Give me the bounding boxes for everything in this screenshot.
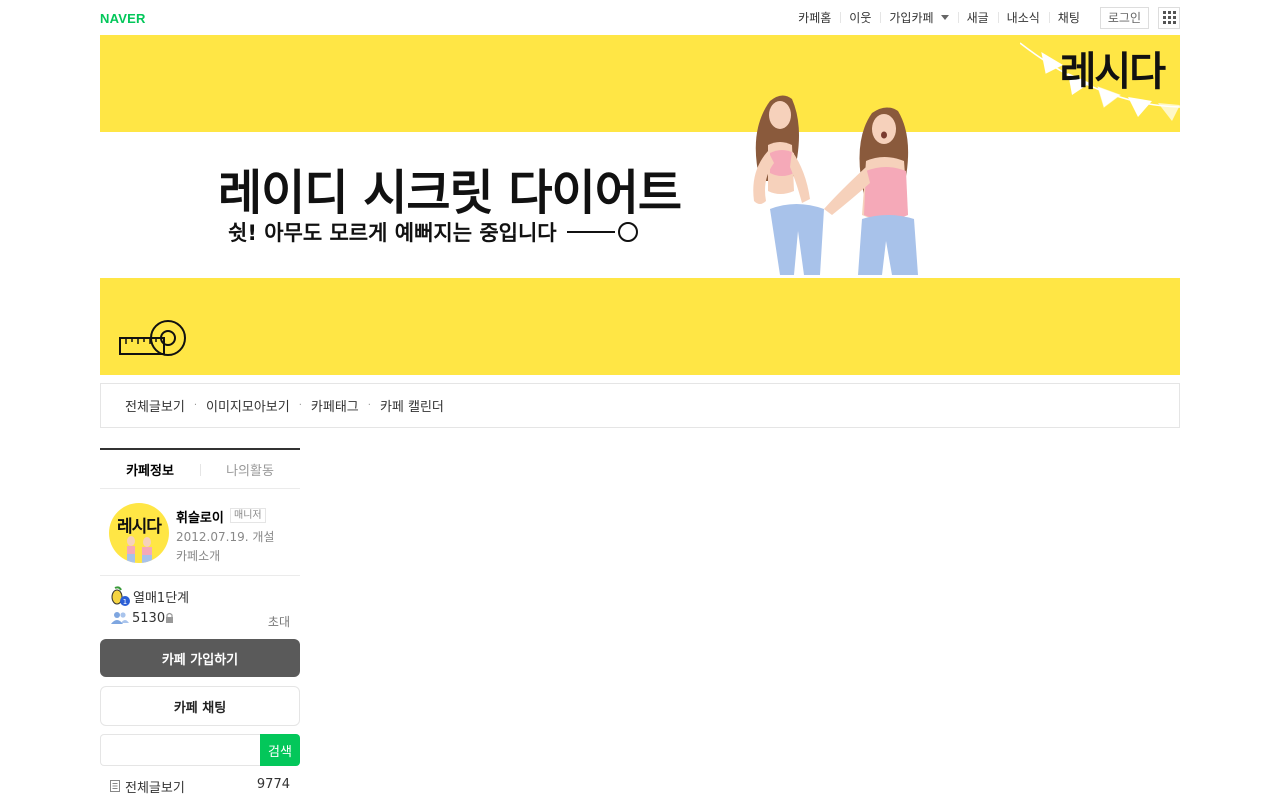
all-posts-menu[interactable]: 전체글보기 9774 — [100, 776, 300, 796]
banner-band-top — [100, 35, 1180, 132]
subtitle-line-decoration — [566, 231, 615, 233]
gnb-item-new-posts[interactable]: 새글 — [957, 6, 998, 29]
naver-logo[interactable]: NAVER — [100, 11, 146, 26]
gnb-menu: 카페홈 이웃 가입카페 새글 내소식 채팅 로그인 — [789, 6, 1180, 29]
member-count: 5130 — [132, 611, 166, 626]
search-button[interactable]: 검색 — [260, 734, 300, 766]
gnb-item-my-news[interactable]: 내소식 — [997, 6, 1049, 29]
banner-band-bottom — [100, 278, 1180, 375]
cafe-chat-button[interactable]: 카페 채팅 — [100, 686, 300, 726]
banner-logo-text: 레시다 — [1059, 49, 1166, 95]
lock-icon — [166, 612, 173, 623]
banner-subtitle-text: 쉿! 아무도 모르게 예뻐지는 중입니다 — [228, 221, 557, 245]
women-illustration — [753, 95, 918, 275]
gnb-item-neighbors[interactable]: 이웃 — [840, 6, 880, 29]
separator-dot: · — [193, 400, 197, 411]
manager-badge: 매니저 — [230, 508, 266, 523]
invite-link[interactable]: 초대 — [268, 613, 290, 630]
gnb-item-joined-cafes[interactable]: 가입카페 — [880, 6, 957, 29]
gnb-item-cafe-home[interactable]: 카페홈 — [789, 6, 840, 29]
document-icon — [110, 780, 120, 792]
cafe-search-input[interactable] — [100, 734, 260, 766]
tab-my-activity[interactable]: 나의활동 — [200, 450, 300, 488]
join-cafe-button[interactable]: 카페 가입하기 — [100, 639, 300, 677]
left-sidebar: 카페정보 나의활동 레시다 휘슬로이 매니저 2012.07.19. 개설 카페… — [100, 448, 300, 796]
board-link-cafe-calendar[interactable]: 카페 캘린더 — [380, 396, 444, 415]
subtitle-circle-decoration — [617, 222, 638, 242]
cafe-thumbnail[interactable]: 레시다 — [109, 503, 169, 563]
cafe-search: 검색 — [100, 734, 300, 766]
separator-dot: · — [367, 400, 371, 411]
gnb-item-chat[interactable]: 채팅 — [1048, 6, 1089, 29]
gnb-item-joined-cafes-label: 가입카페 — [889, 11, 934, 25]
top-navigation: NAVER 카페홈 이웃 가입카페 새글 내소식 채팅 로그인 — [100, 0, 1180, 35]
grid-icon[interactable] — [1158, 6, 1180, 29]
cafe-intro-link[interactable]: 카페소개 — [176, 547, 220, 564]
banner-subtitle: 쉿! 아무도 모르게 예뻐지는 중입니다 — [228, 217, 638, 247]
board-link-image-gallery[interactable]: 이미지모아보기 — [206, 396, 290, 415]
svg-text:1: 1 — [123, 598, 127, 606]
cafe-thumbnail-text: 레시다 — [117, 517, 162, 537]
all-posts-label[interactable]: 전체글보기 — [125, 777, 185, 796]
fruit-level-icon: 1 — [111, 586, 130, 606]
cafe-stats: 1 열매1단계 5130 초대 — [100, 576, 300, 636]
board-menu-bar: 전체글보기 · 이미지모아보기 · 카페태그 · 카페 캘린더 — [100, 383, 1180, 428]
tab-cafe-info[interactable]: 카페정보 — [100, 450, 200, 488]
thumbnail-figures — [127, 536, 152, 563]
members-icon — [111, 612, 129, 624]
tape-measure-icon — [119, 320, 186, 356]
board-link-cafe-tags[interactable]: 카페태그 — [311, 396, 359, 415]
separator-dot: · — [298, 400, 302, 411]
cafe-info-panel: 레시다 휘슬로이 매니저 2012.07.19. 개설 카페소개 — [100, 489, 300, 576]
login-button[interactable]: 로그인 — [1099, 6, 1149, 29]
all-posts-count: 9774 — [256, 777, 290, 792]
board-link-all-posts[interactable]: 전체글보기 — [125, 396, 185, 415]
manager-name[interactable]: 휘슬로이 — [176, 507, 224, 526]
cafe-open-date: 2012.07.19. 개설 — [176, 530, 275, 544]
sidebar-tabs: 카페정보 나의활동 — [100, 448, 300, 489]
caret-down-icon — [940, 15, 949, 20]
cafe-level[interactable]: 열매1단계 — [133, 587, 189, 606]
banner-title: 레이디 시크릿 다이어트 — [218, 165, 682, 221]
cafe-banner[interactable]: 레시다 레이디 시크릿 다이어트 쉿! 아무도 모르게 예뻐지는 중입니다 — [100, 35, 1180, 375]
